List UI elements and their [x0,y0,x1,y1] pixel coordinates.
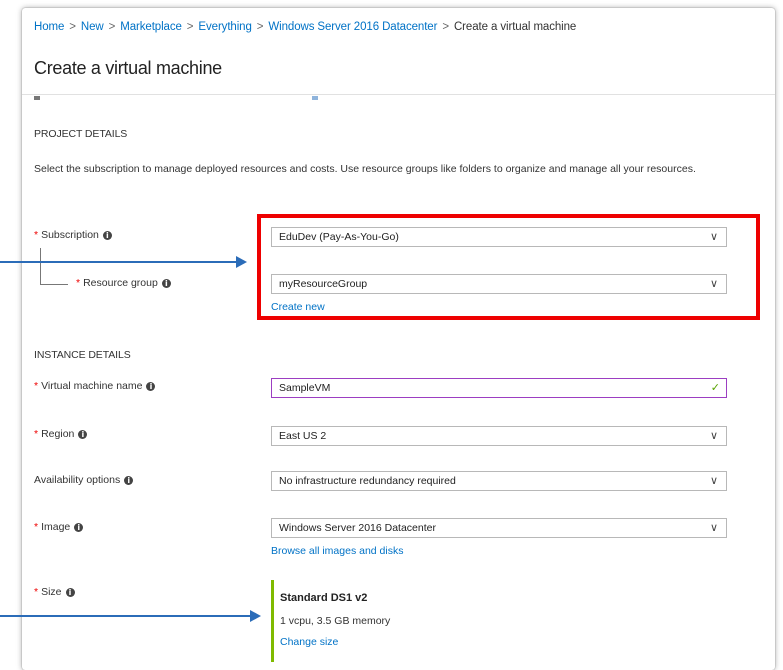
chevron-down-icon: ∨ [709,277,718,290]
breadcrumb-home[interactable]: Home [34,21,64,33]
project-details-heading: PROJECT DETAILS [34,128,128,140]
info-icon[interactable]: i [74,522,84,532]
chevron-down-icon: ∨ [709,429,718,442]
subscription-value: EduDev (Pay-As-You-Go) [279,231,399,243]
chevron-down-icon: ∨ [709,230,718,243]
breadcrumb-separator: > [69,21,76,33]
image-label: * Image i [34,521,84,533]
required-marker: * [34,586,39,598]
resource-group-label-text: Resource group [83,277,158,289]
image-label-text: Image [41,521,71,533]
info-icon[interactable]: i [124,475,134,485]
title-divider [22,94,775,95]
breadcrumb-separator: > [256,21,264,33]
image-value: Windows Server 2016 Datacenter [279,522,436,534]
instance-details-heading: INSTANCE DETAILS [34,349,131,361]
required-marker: * [34,428,39,440]
resource-group-select[interactable]: myResourceGroup ∨ [271,274,727,294]
availability-label: Availability options i [34,474,134,486]
region-label-text: Region [41,428,75,440]
clipped-text-fragment [34,96,40,100]
region-value: East US 2 [279,430,327,442]
change-size-link[interactable]: Change size [280,636,338,648]
size-label: * Size i [34,586,75,598]
info-icon[interactable]: i [102,230,112,240]
browse-images-link[interactable]: Browse all images and disks [271,545,403,557]
annotation-arrow-line [0,261,238,263]
chevron-down-icon: ∨ [709,474,718,487]
required-marker: * [76,277,81,289]
breadcrumb-marketplace[interactable]: Marketplace [120,21,182,33]
page-title: Create a virtual machine [34,58,222,78]
valid-check-icon: ✓ [710,381,720,394]
vm-name-label-text: Virtual machine name [41,380,143,392]
annotation-arrow-head [250,610,261,622]
breadcrumb: Home > New > Marketplace > Everything > Windows … [34,21,576,33]
create-vm-blade: Home > New > Marketplace > Everything > Windows … [22,8,775,670]
size-spec: 1 vcpu, 3.5 GB memory [280,615,391,627]
required-marker: * [34,521,39,533]
info-icon[interactable]: i [146,381,156,391]
create-new-link[interactable]: Create new [271,301,325,313]
breadcrumb-current: Create a virtual machine [453,21,577,33]
breadcrumb-new[interactable]: New [81,21,104,33]
required-marker: * [34,229,39,241]
info-icon[interactable]: i [78,429,88,439]
tree-connector-horizontal [40,284,68,285]
size-label-text: Size [41,586,62,598]
project-details-description: Select the subscription to manage deploy… [34,163,696,175]
info-icon[interactable]: i [65,587,75,597]
region-label: * Region i [34,428,88,440]
breadcrumb-separator: > [442,21,449,33]
vm-name-input[interactable]: SampleVM ✓ [271,378,727,398]
required-marker: * [34,380,39,392]
vm-name-label: * Virtual machine name i [34,380,156,392]
resource-group-label: * Resource group i [76,277,171,289]
subscription-label-text: Subscription [41,229,99,241]
breadcrumb-separator: > [108,21,116,33]
subscription-label: * Subscription i [34,229,112,241]
vm-name-value: SampleVM [279,382,331,394]
clipped-link-fragment [312,96,318,100]
annotation-arrow-head [236,256,247,268]
image-select[interactable]: Windows Server 2016 Datacenter ∨ [271,518,727,538]
tree-connector-vertical [40,248,41,284]
region-select[interactable]: East US 2 ∨ [271,426,727,446]
breadcrumb-separator: > [186,21,194,33]
availability-value: No infrastructure redundancy required [279,475,456,487]
resource-group-value: myResourceGroup [279,278,368,290]
availability-select[interactable]: No infrastructure redundancy required ∨ [271,471,727,491]
breadcrumb-everything[interactable]: Everything [198,21,251,33]
subscription-select[interactable]: EduDev (Pay-As-You-Go) ∨ [271,227,727,247]
info-icon[interactable]: i [161,278,171,288]
size-accent-bar [271,580,274,662]
size-name: Standard DS1 v2 [280,592,368,604]
availability-label-text: Availability options [34,474,121,486]
chevron-down-icon: ∨ [709,521,718,534]
annotation-arrow-line [0,615,252,617]
breadcrumb-windows-server[interactable]: Windows Server 2016 Datacenter [268,21,437,33]
